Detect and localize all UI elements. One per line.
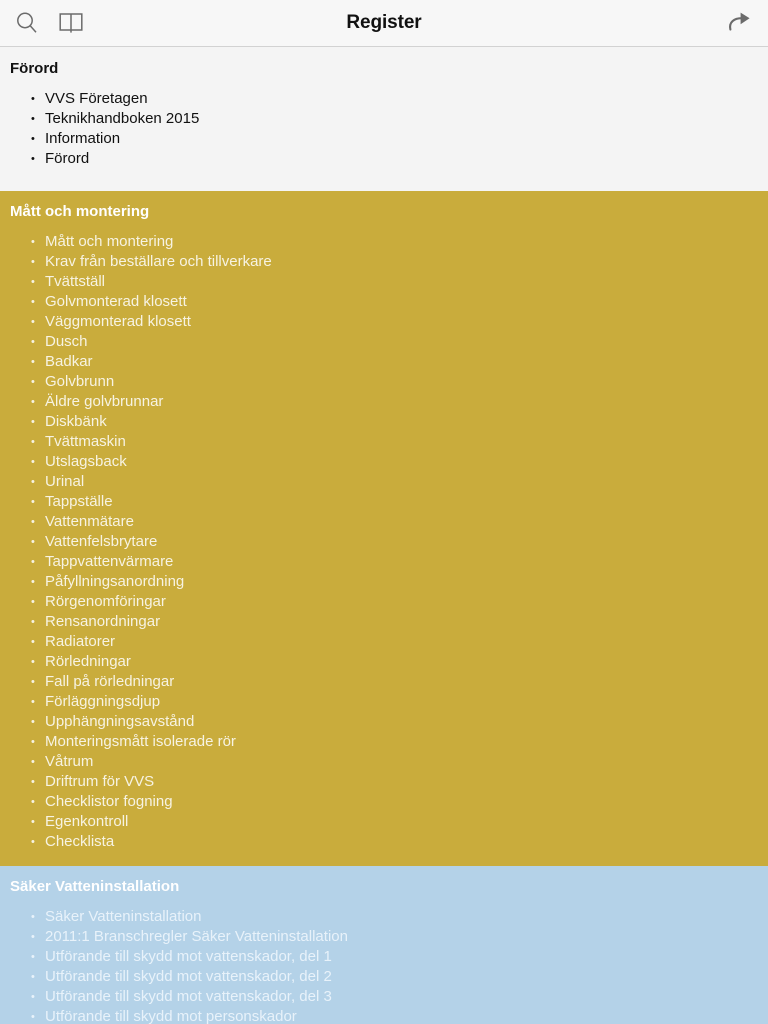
list-item[interactable]: Rensanordningar bbox=[0, 612, 768, 632]
list-item[interactable]: Utförande till skydd mot vattenskador, d… bbox=[0, 967, 768, 987]
navbar-right-actions bbox=[726, 10, 754, 36]
list-item[interactable]: Vattenfelsbrytare bbox=[0, 532, 768, 552]
list-item[interactable]: VVS Företagen bbox=[0, 89, 768, 109]
list-item[interactable]: Tappställe bbox=[0, 492, 768, 512]
section-plain: FörordVVS FöretagenTeknikhandboken 2015I… bbox=[0, 47, 768, 191]
list-item[interactable]: 2011:1 Branschregler Säker Vatteninstall… bbox=[0, 927, 768, 947]
list-item[interactable]: Radiatorer bbox=[0, 632, 768, 652]
list-item[interactable]: Säker Vatteninstallation bbox=[0, 907, 768, 927]
list-item[interactable]: Teknikhandboken 2015 bbox=[0, 109, 768, 129]
list-item[interactable]: Egenkontroll bbox=[0, 812, 768, 832]
list-item[interactable]: Rörgenomföringar bbox=[0, 592, 768, 612]
list-item[interactable]: Rörledningar bbox=[0, 652, 768, 672]
share-icon[interactable] bbox=[726, 10, 754, 36]
navbar-left-actions bbox=[14, 10, 84, 36]
list-item[interactable]: Urinal bbox=[0, 472, 768, 492]
list-item[interactable]: Golvmonterad klosett bbox=[0, 292, 768, 312]
list-item[interactable]: Tappvattenvärmare bbox=[0, 552, 768, 572]
section-gold: Mått och monteringMått och monteringKrav… bbox=[0, 191, 768, 866]
section-heading: Mått och montering bbox=[10, 203, 150, 220]
list-item[interactable]: Vattenmätare bbox=[0, 512, 768, 532]
list-item[interactable]: Mått och montering bbox=[0, 232, 768, 252]
list-item[interactable]: Upphängningsavstånd bbox=[0, 712, 768, 732]
list-item[interactable]: Krav från beställare och tillverkare bbox=[0, 252, 768, 272]
list-item[interactable]: Utförande till skydd mot personskador bbox=[0, 1007, 768, 1024]
page-title: Register bbox=[346, 12, 422, 33]
list-item[interactable]: Tvättställ bbox=[0, 272, 768, 292]
list-item[interactable]: Våtrum bbox=[0, 752, 768, 772]
section-heading: Säker Vatteninstallation bbox=[10, 878, 180, 895]
register-content[interactable]: FörordVVS FöretagenTeknikhandboken 2015I… bbox=[0, 47, 768, 1024]
list-item[interactable]: Driftrum för VVS bbox=[0, 772, 768, 792]
list-item[interactable]: Utförande till skydd mot vattenskador, d… bbox=[0, 987, 768, 1007]
section-item-list: Säker Vatteninstallation2011:1 Branschre… bbox=[0, 907, 768, 1024]
section-blue: Säker VatteninstallationSäker Vatteninst… bbox=[0, 866, 768, 1024]
list-item[interactable]: Påfyllningsanordning bbox=[0, 572, 768, 592]
list-item[interactable]: Golvbrunn bbox=[0, 372, 768, 392]
list-item[interactable]: Förläggningsdjup bbox=[0, 692, 768, 712]
list-item[interactable]: Utförande till skydd mot vattenskador, d… bbox=[0, 947, 768, 967]
list-item[interactable]: Monteringsmått isolerade rör bbox=[0, 732, 768, 752]
list-item[interactable]: Tvättmaskin bbox=[0, 432, 768, 452]
search-icon[interactable] bbox=[14, 10, 40, 36]
list-item[interactable]: Diskbänk bbox=[0, 412, 768, 432]
list-item[interactable]: Dusch bbox=[0, 332, 768, 352]
list-item[interactable]: Information bbox=[0, 129, 768, 149]
list-item[interactable]: Utslagsback bbox=[0, 452, 768, 472]
list-item[interactable]: Badkar bbox=[0, 352, 768, 372]
navigation-bar: Register bbox=[0, 0, 768, 47]
list-item[interactable]: Äldre golvbrunnar bbox=[0, 392, 768, 412]
list-item[interactable]: Förord bbox=[0, 149, 768, 169]
section-item-list: Mått och monteringKrav från beställare o… bbox=[0, 232, 768, 852]
list-item[interactable]: Väggmonterad klosett bbox=[0, 312, 768, 332]
book-icon[interactable] bbox=[58, 10, 84, 36]
list-item[interactable]: Checklistor fogning bbox=[0, 792, 768, 812]
section-heading: Förord bbox=[10, 60, 59, 77]
list-item[interactable]: Fall på rörledningar bbox=[0, 672, 768, 692]
list-item[interactable]: Checklista bbox=[0, 832, 768, 852]
section-item-list: VVS FöretagenTeknikhandboken 2015Informa… bbox=[0, 89, 768, 169]
